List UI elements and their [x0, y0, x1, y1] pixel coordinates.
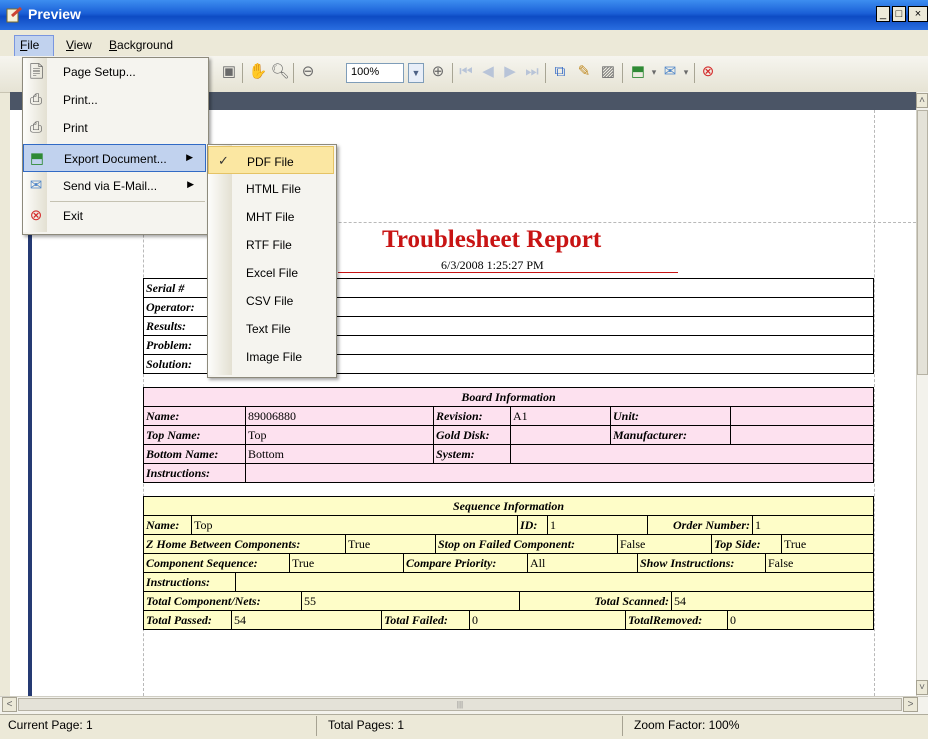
export-rtf[interactable]: RTF File	[208, 230, 334, 258]
maximize-button[interactable]: □	[892, 6, 906, 22]
toolbar-separator	[622, 63, 623, 83]
menu-item-export-document[interactable]: ⬒ Export Document... ▶	[23, 144, 206, 172]
status-separator	[622, 716, 623, 736]
app-icon	[6, 6, 22, 23]
table-row: Total Passed: 54 Total Failed: 0 TotalRe…	[143, 610, 874, 630]
print-dialog-icon: ⎙	[29, 91, 42, 108]
report-title: Troublesheet Report	[382, 226, 602, 253]
menu-item-page-setup[interactable]: 📄︎ Page Setup...	[23, 58, 206, 86]
export-pdf[interactable]: ✓ PDF File	[208, 146, 334, 174]
zoom-dropdown-icon[interactable]: ▼	[408, 63, 424, 83]
export-excel[interactable]: Excel File	[208, 258, 334, 286]
table-row: Bottom Name: Bottom System:	[143, 444, 874, 464]
horizontal-scroll-thumb[interactable]: |||	[18, 698, 902, 711]
report-date: 6/3/2008 1:25:27 PM	[441, 258, 544, 272]
submenu-arrow-icon: ▶	[186, 152, 193, 162]
scroll-up-icon[interactable]: ˄	[916, 93, 928, 108]
sequence-row: Instructions:	[143, 572, 874, 592]
menu-item-exit[interactable]: ⊗ Exit	[23, 202, 206, 230]
table-row: Sequence Information	[143, 496, 874, 516]
export-text[interactable]: Text File	[208, 314, 334, 342]
table-row: Instructions:	[143, 463, 874, 483]
magnifier-icon[interactable]: 🔍︎	[270, 62, 290, 82]
current-page-status: Current Page: 1	[8, 718, 93, 732]
board-info-header: Board Information	[143, 387, 874, 407]
sequence-row: Total Component/Nets: 55 Total Scanned: …	[143, 591, 874, 611]
minimize-button[interactable]: _	[876, 6, 890, 22]
sequence-row: Total Passed: 54 Total Failed: 0 TotalRe…	[143, 610, 874, 630]
window-title: Preview	[28, 6, 81, 22]
first-page-icon[interactable]: ⏮	[456, 62, 476, 82]
board-info-table: Board Information Name: 89006880 Revisio…	[143, 387, 874, 483]
printer-icon: ⎙	[29, 119, 42, 136]
title-bar	[0, 0, 928, 30]
table-row: Component Sequence: True Compare Priorit…	[143, 553, 874, 573]
table-row: Name: 89006880 Revision: A1 Unit:	[143, 406, 874, 426]
multipage-icon[interactable]: ▣	[219, 62, 239, 82]
export-image[interactable]: Image File	[208, 342, 334, 370]
toolbar-separator	[452, 63, 453, 83]
menu-item-send-email[interactable]: ✉ Send via E-Mail... ▶	[23, 172, 206, 200]
menu-view[interactable]: View	[66, 38, 92, 52]
export-mht[interactable]: MHT File	[208, 202, 334, 230]
next-page-icon[interactable]: ▶	[500, 62, 520, 82]
table-row: Z Home Between Components: True Stop on …	[143, 534, 874, 554]
previous-page-icon[interactable]: ◀	[478, 62, 498, 82]
toolbar-separator	[694, 63, 695, 83]
table-row: Board Information	[143, 387, 874, 407]
submenu-arrow-icon: ▶	[187, 179, 194, 189]
zoom-factor-status: Zoom Factor: 100%	[634, 718, 740, 732]
watermark-icon[interactable]: ▨	[598, 62, 618, 82]
sequence-row: Z Home Between Components: True Stop on …	[143, 534, 874, 554]
menu-item-print[interactable]: ⎙ Print	[23, 114, 206, 142]
scroll-down-icon[interactable]: ˅	[916, 680, 928, 695]
table-row: Top Name: Top Gold Disk: Manufacturer:	[143, 425, 874, 445]
menu-file-label: File	[20, 38, 40, 52]
status-bar	[0, 714, 928, 739]
sequence-info-header: Sequence Information	[143, 496, 874, 516]
exit-icon: ⊗	[29, 207, 43, 224]
zoom-in-icon[interactable]: ⊕	[428, 62, 448, 82]
parameters-icon[interactable]: ✎	[574, 62, 594, 82]
sequence-row: Name: Top ID: 1 Order Number: 1	[143, 515, 874, 535]
close-button[interactable]: ×	[908, 6, 928, 22]
export-html[interactable]: HTML File	[208, 174, 334, 202]
vertical-scroll-thumb[interactable]	[917, 110, 928, 375]
scroll-right-icon[interactable]: >	[903, 697, 918, 712]
menu-item-print-dialog[interactable]: ⎙ Print...	[23, 86, 206, 114]
email-icon: ✉	[29, 177, 43, 194]
close-preview-icon[interactable]: ⊗	[698, 62, 718, 82]
title-underline	[338, 272, 678, 273]
email-dropdown-icon[interactable]: ▾	[676, 62, 696, 82]
scroll-left-icon[interactable]: <	[2, 697, 17, 712]
status-separator	[316, 716, 317, 736]
last-page-icon[interactable]: ⏭	[522, 62, 542, 82]
export-csv[interactable]: CSV File	[208, 286, 334, 314]
table-row: Instructions:	[143, 572, 874, 592]
sequence-row: Component Sequence: True Compare Priorit…	[143, 553, 874, 573]
margin-guide	[874, 110, 875, 696]
document-map-icon[interactable]: ⧉	[550, 62, 570, 82]
hand-tool-icon[interactable]: ✋	[248, 62, 268, 82]
total-pages-status: Total Pages: 1	[328, 718, 405, 732]
toolbar-separator	[545, 63, 546, 83]
sequence-info-table: Sequence Information	[143, 496, 874, 516]
zoom-input[interactable]: 100%	[346, 63, 404, 83]
table-row: Name: Top ID: 1 Order Number: 1	[143, 515, 874, 535]
zoom-out-icon[interactable]: ⊖	[298, 62, 318, 82]
export-icon: ⬒	[29, 150, 45, 167]
check-icon: ✓	[218, 153, 229, 168]
page-setup-icon: 📄︎	[27, 63, 47, 80]
toolbar-separator	[242, 63, 243, 83]
table-row: Total Component/Nets: 55 Total Scanned: …	[143, 591, 874, 611]
toolbar-separator	[293, 63, 294, 83]
menu-background[interactable]: Background	[109, 38, 173, 52]
